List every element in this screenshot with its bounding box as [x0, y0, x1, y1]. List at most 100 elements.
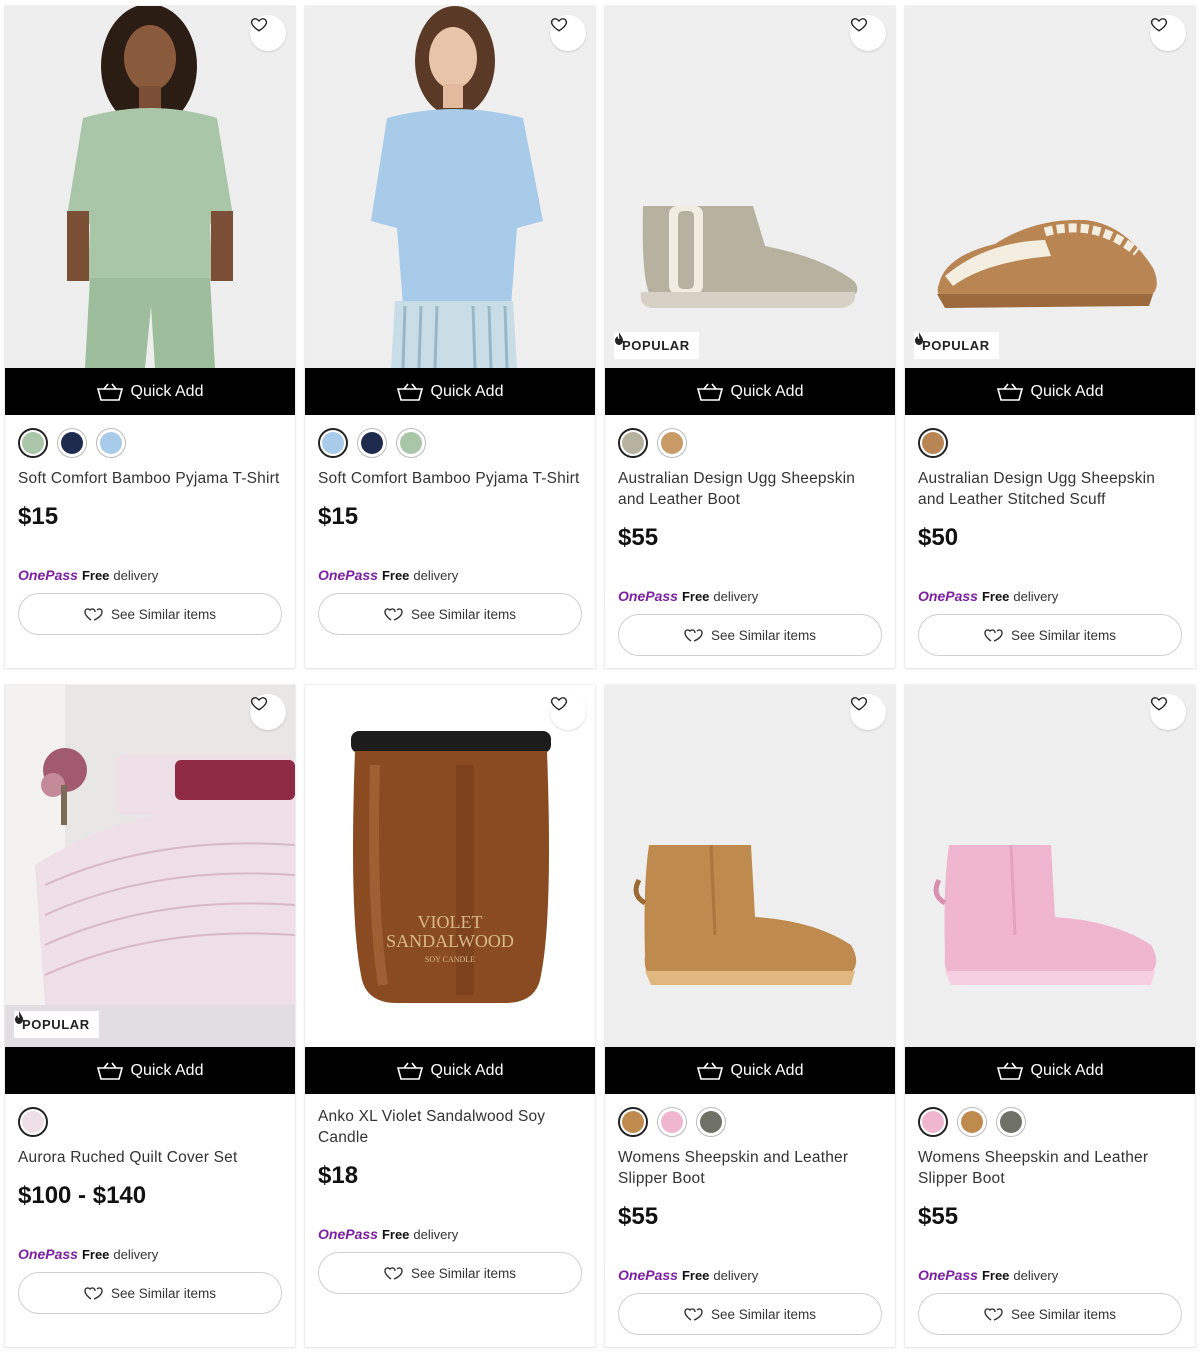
product-price: $15 [318, 503, 359, 530]
product-card[interactable]: Quick Add Soft Comfort Bamboo Pyjama T-S… [5, 6, 295, 668]
color-swatches [918, 1107, 1026, 1137]
onepass-logo: OnePass [18, 567, 78, 583]
see-similar-button[interactable]: See Similar items [18, 1272, 282, 1314]
color-swatches [318, 428, 426, 458]
delivery-label: delivery [113, 1247, 159, 1262]
product-image[interactable]: POPULAR [5, 685, 295, 1047]
product-title[interactable]: Soft Comfort Bamboo Pyjama T-Shirt [318, 468, 586, 489]
onepass-delivery: OnePass Free delivery [618, 1267, 758, 1283]
see-similar-label: See Similar items [710, 627, 817, 643]
product-image[interactable]: POPULAR [605, 6, 895, 368]
color-swatches [618, 428, 687, 458]
wishlist-heart-button[interactable] [550, 694, 586, 730]
see-similar-button[interactable]: See Similar items [918, 614, 1182, 656]
color-swatch[interactable] [396, 428, 426, 458]
basket-icon [96, 383, 123, 401]
delivery-label: delivery [413, 1227, 459, 1242]
product-image[interactable] [905, 685, 1195, 1047]
color-swatch[interactable] [18, 428, 48, 458]
quick-add-label: Quick Add [1030, 1061, 1104, 1079]
see-similar-button[interactable]: See Similar items [618, 1293, 882, 1335]
wishlist-heart-button[interactable] [850, 15, 886, 51]
color-swatch[interactable] [96, 428, 126, 458]
onepass-delivery: OnePass Free delivery [318, 1226, 458, 1242]
heart-icon [1150, 697, 1168, 711]
color-swatch[interactable] [657, 428, 687, 458]
wishlist-heart-button[interactable] [550, 15, 586, 51]
wishlist-heart-button[interactable] [850, 694, 886, 730]
quick-add-button[interactable]: Quick Add [305, 1047, 595, 1094]
product-card[interactable]: POPULAR Quick Add Australian Design Ugg … [605, 6, 895, 668]
see-similar-button[interactable]: See Similar items [318, 593, 582, 635]
wishlist-heart-button[interactable] [1150, 694, 1186, 730]
color-swatch[interactable] [618, 1107, 648, 1137]
color-swatch[interactable] [57, 428, 87, 458]
free-label: Free [381, 568, 410, 583]
product-price: $18 [318, 1162, 359, 1189]
heart-icon [550, 697, 568, 711]
wishlist-heart-button[interactable] [1150, 15, 1186, 51]
quick-add-button[interactable]: Quick Add [605, 368, 895, 415]
color-swatch[interactable] [918, 428, 948, 458]
onepass-logo: OnePass [18, 1246, 78, 1262]
heart-icon [250, 697, 268, 711]
see-similar-button[interactable]: See Similar items [18, 593, 282, 635]
color-swatch[interactable] [696, 1107, 726, 1137]
product-title[interactable]: Anko XL Violet Sandalwood Soy Candle [318, 1106, 586, 1148]
quick-add-button[interactable]: Quick Add [605, 1047, 895, 1094]
product-card[interactable]: POPULAR Quick Add Australian Design Ugg … [905, 6, 1195, 668]
quick-add-label: Quick Add [430, 1061, 504, 1079]
product-image[interactable]: VIOLET SANDALWOOD SOY CANDLE [305, 685, 595, 1047]
product-title[interactable]: Australian Design Ugg Sheepskin and Leat… [918, 468, 1186, 510]
flame-icon [915, 332, 923, 345]
wishlist-heart-button[interactable] [250, 15, 286, 51]
product-image[interactable] [5, 6, 295, 368]
product-image[interactable]: POPULAR [905, 6, 1195, 368]
product-card[interactable]: Quick Add Soft Comfort Bamboo Pyjama T-S… [305, 6, 595, 668]
product-title[interactable]: Womens Sheepskin and Leather Slipper Boo… [618, 1147, 886, 1189]
quick-add-button[interactable]: Quick Add [905, 1047, 1195, 1094]
hearts-icon [84, 608, 103, 621]
delivery-label: delivery [713, 1268, 759, 1283]
product-card[interactable]: POPULAR Quick Add Aurora Ruched Quilt Co… [5, 685, 295, 1347]
color-swatch[interactable] [957, 1107, 987, 1137]
color-swatch[interactable] [318, 428, 348, 458]
basket-icon [96, 1062, 123, 1080]
color-swatch[interactable] [918, 1107, 948, 1137]
popular-badge: POPULAR [614, 332, 699, 359]
quick-add-button[interactable]: Quick Add [905, 368, 1195, 415]
product-card[interactable]: Quick Add Womens Sheepskin and Leather S… [605, 685, 895, 1347]
quick-add-button[interactable]: Quick Add [5, 1047, 295, 1094]
color-swatches [18, 428, 126, 458]
see-similar-button[interactable]: See Similar items [918, 1293, 1182, 1335]
hearts-icon [384, 1267, 403, 1280]
color-swatch[interactable] [18, 1107, 48, 1137]
wishlist-heart-button[interactable] [250, 694, 286, 730]
product-title[interactable]: Aurora Ruched Quilt Cover Set [18, 1147, 286, 1168]
onepass-delivery: OnePass Free delivery [18, 1246, 158, 1262]
quick-add-button[interactable]: Quick Add [5, 368, 295, 415]
see-similar-button[interactable]: See Similar items [618, 614, 882, 656]
color-swatch[interactable] [618, 428, 648, 458]
color-swatch[interactable] [657, 1107, 687, 1137]
product-title[interactable]: Womens Sheepskin and Leather Slipper Boo… [918, 1147, 1186, 1189]
onepass-logo: OnePass [918, 588, 978, 604]
delivery-label: delivery [1013, 1268, 1059, 1283]
basket-icon [396, 383, 423, 401]
see-similar-label: See Similar items [710, 1306, 817, 1322]
product-image[interactable] [605, 685, 895, 1047]
quick-add-button[interactable]: Quick Add [305, 368, 595, 415]
see-similar-button[interactable]: See Similar items [318, 1252, 582, 1294]
heart-icon [550, 18, 568, 32]
product-title[interactable]: Soft Comfort Bamboo Pyjama T-Shirt [18, 468, 286, 489]
onepass-delivery: OnePass Free delivery [18, 567, 158, 583]
color-swatch[interactable] [357, 428, 387, 458]
free-label: Free [81, 1247, 110, 1262]
color-swatches [918, 428, 948, 458]
product-title[interactable]: Australian Design Ugg Sheepskin and Leat… [618, 468, 886, 510]
basket-icon [696, 383, 723, 401]
product-card[interactable]: Quick Add Womens Sheepskin and Leather S… [905, 685, 1195, 1347]
product-card[interactable]: VIOLET SANDALWOOD SOY CANDLE Quick Add A… [305, 685, 595, 1347]
product-image[interactable] [305, 6, 595, 368]
color-swatch[interactable] [996, 1107, 1026, 1137]
